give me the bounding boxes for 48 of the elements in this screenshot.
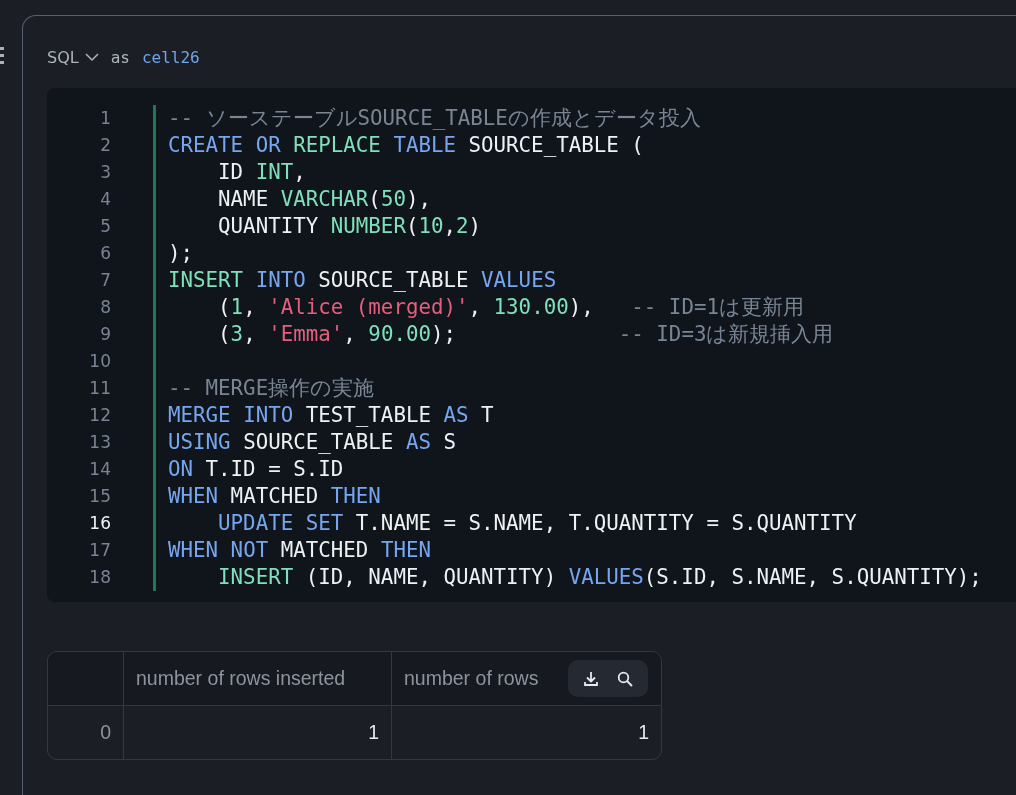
line-number: 12: [88, 404, 112, 427]
line-number: 16: [88, 512, 112, 535]
code-line: );: [168, 241, 194, 265]
as-label: as: [110, 47, 130, 67]
code-line: QUANTITY NUMBER(10,2): [217, 214, 482, 238]
line-number: 17: [88, 539, 112, 562]
drag-handle-icon[interactable]: [0, 45, 5, 67]
code-line: -- MERGE操作の実施: [168, 376, 375, 400]
line-number: 2: [99, 134, 112, 157]
code-line: CREATE OR REPLACE TABLE SOURCE_TABLE (: [168, 133, 644, 157]
line-number: 13: [88, 431, 112, 454]
cell-name[interactable]: cell26: [141, 47, 200, 67]
code-line: INSERT (ID, NAME, QUANTITY) VALUES(S.ID, S.NAME, S.QUANTITY);: [217, 565, 982, 589]
code-line: -- ソーステーブルSOURCE_TABLEの作成とデータ投入: [168, 106, 701, 130]
search-icon: [616, 669, 634, 688]
code-line: WHEN MATCHED THEN: [168, 484, 381, 508]
download-icon: [582, 669, 600, 688]
code-line: (1, 'Alice (merged)', 130.00), -- ID=1は更新用: [217, 295, 804, 319]
row-index: 0: [48, 706, 124, 759]
line-number: 10: [88, 350, 112, 373]
line-number: 18: [88, 566, 112, 589]
line-number: 5: [99, 215, 112, 238]
code-line: ON T.ID = S.ID: [168, 457, 344, 481]
line-number: 11: [88, 377, 112, 400]
column-header[interactable]: number of rows inserted: [124, 652, 392, 705]
code-line: NAME VARCHAR(50),: [217, 187, 431, 211]
line-number: 7: [99, 269, 112, 292]
line-number: 14: [88, 458, 112, 481]
code-line: MERGE INTO TEST_TABLE AS T: [168, 403, 494, 427]
chevron-down-icon[interactable]: [84, 52, 99, 62]
code-line: ID INT,: [217, 160, 306, 184]
code-line: WHEN NOT MATCHED THEN: [168, 538, 431, 562]
line-number: 6: [99, 242, 112, 265]
code-line: USING SOURCE_TABLE AS S: [168, 430, 456, 454]
line-number: 9: [99, 323, 112, 346]
column-header[interactable]: number of rows: [392, 652, 661, 705]
code-editor[interactable]: [47, 88, 1016, 602]
line-number: 4: [99, 188, 112, 211]
table-cell: 1: [124, 706, 392, 759]
line-number: 15: [88, 485, 112, 508]
language-selector[interactable]: SQL: [47, 47, 79, 67]
line-number: 1: [99, 107, 112, 130]
code-line: (3, 'Emma', 90.00); -- ID=3は新規挿入用: [217, 322, 834, 346]
line-number: 3: [99, 161, 112, 184]
table-cell-text: 1: [637, 720, 650, 745]
line-number: 8: [99, 296, 112, 319]
code-line: INSERT INTO SOURCE_TABLE VALUES: [168, 268, 557, 292]
code-line: UPDATE SET T.NAME = S.NAME, T.QUANTITY = S.QUANTITY: [217, 511, 857, 535]
